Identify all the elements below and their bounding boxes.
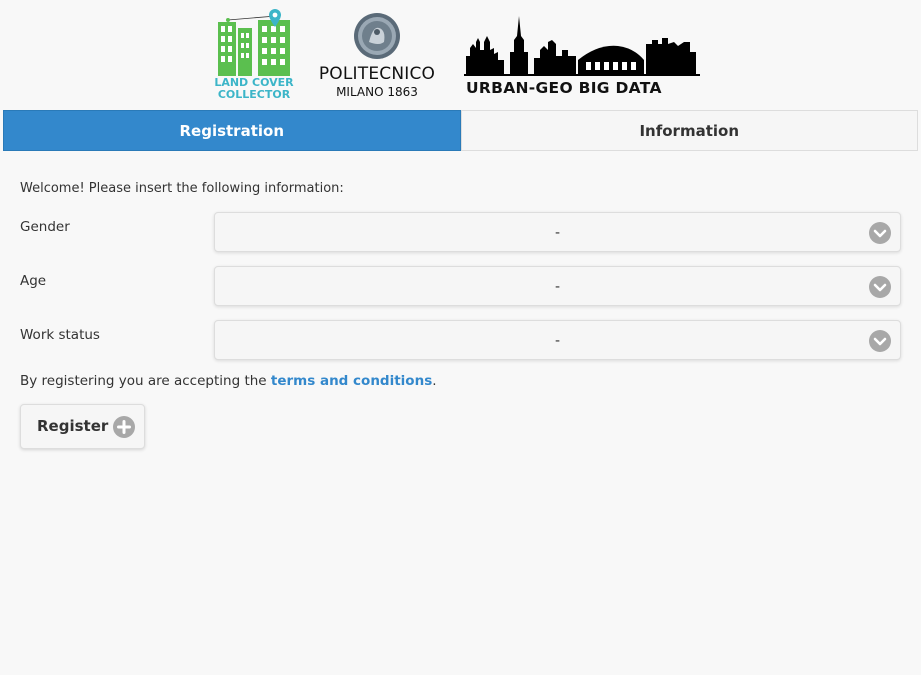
terms-suffix: . (432, 373, 437, 389)
terms-prefix: By registering you are accepting the (20, 373, 271, 389)
tab-information[interactable]: Information (460, 110, 918, 151)
terms-link[interactable]: terms and conditions (271, 373, 432, 389)
age-label: Age (20, 273, 47, 289)
gender-select[interactable]: - (214, 212, 901, 252)
map-pin-icon (269, 9, 281, 27)
header: LAND COVER COLLECTOR POLITECNICO MILANO … (0, 0, 921, 110)
tab-registration[interactable]: Registration (3, 110, 461, 151)
age-row: Age - (20, 266, 901, 306)
register-button-label: Register (37, 417, 109, 435)
gender-select-value: - (554, 225, 561, 241)
skyline-icon (464, 16, 700, 76)
urban-geo-big-data-logo: URBAN-GEO BIG DATA (464, 12, 700, 102)
work-status-select-value: - (554, 333, 561, 349)
logo-urban-text: URBAN-GEO BIG DATA (466, 79, 662, 97)
tab-bar: Registration Information (3, 110, 918, 151)
welcome-message: Welcome! Please insert the following inf… (20, 181, 344, 196)
terms-notice: By registering you are accepting the ter… (20, 373, 437, 389)
chevron-down-icon (869, 330, 891, 352)
land-cover-collector-logo: LAND COVER COLLECTOR (214, 8, 294, 102)
university-seal-icon (354, 13, 400, 59)
chevron-down-icon (869, 276, 891, 298)
age-select[interactable]: - (214, 266, 901, 306)
logo-lcc-line2: COLLECTOR (217, 88, 291, 101)
age-select-value: - (554, 279, 561, 295)
logo-polimi-name: POLITECNICO (318, 64, 436, 84)
work-status-row: Work status - (20, 320, 901, 360)
buildings-icon (218, 15, 290, 76)
logo-polimi-sub: MILANO 1863 (336, 85, 418, 99)
gender-row: Gender - (20, 212, 901, 252)
gender-label: Gender (20, 219, 70, 235)
work-status-select[interactable]: - (214, 320, 901, 360)
plus-icon (113, 416, 135, 438)
work-status-label: Work status (20, 327, 100, 343)
politecnico-logo: POLITECNICO MILANO 1863 (312, 12, 442, 102)
register-button[interactable]: Register (20, 404, 145, 449)
chevron-down-icon (869, 222, 891, 244)
